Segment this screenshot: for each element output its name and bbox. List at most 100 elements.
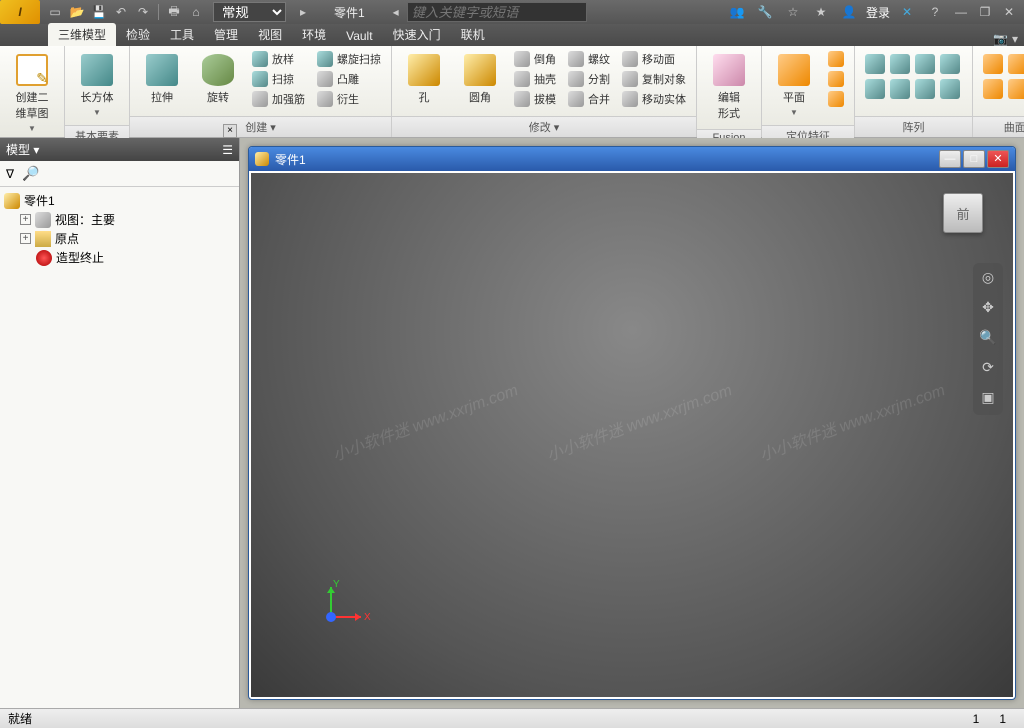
surf5-icon[interactable] <box>1008 79 1024 99</box>
group-label[interactable]: 创建 ▾ <box>130 116 391 137</box>
tree-root[interactable]: 零件1 <box>4 191 235 210</box>
pattern-circ-icon[interactable] <box>890 54 910 74</box>
loft-button[interactable]: 放样 <box>248 50 309 68</box>
pattern8-icon[interactable] <box>940 79 960 99</box>
draft-button[interactable]: 拔模 <box>510 90 560 108</box>
thread-button[interactable]: 螺纹 <box>564 50 614 68</box>
pattern4-icon[interactable] <box>940 54 960 74</box>
lookat-icon[interactable]: ▣ <box>978 389 998 409</box>
camera-icon[interactable]: 📷 <box>993 32 1008 46</box>
combine-button[interactable]: 合并 <box>564 90 614 108</box>
zoom-icon[interactable]: 🔍 <box>978 329 998 349</box>
child-close-icon[interactable]: ✕ <box>987 150 1009 168</box>
group-label[interactable]: 修改 ▾ <box>392 116 696 137</box>
tab-3dmodel[interactable]: 三维模型 <box>48 23 116 46</box>
browser-close-icon[interactable]: × <box>223 124 237 138</box>
child-maximize-icon[interactable]: □ <box>963 150 985 168</box>
orbit-icon[interactable]: ⟳ <box>978 359 998 379</box>
qa-play-icon[interactable]: ▸ <box>293 2 313 22</box>
group-label[interactable]: 曲面 ▾ <box>973 116 1024 137</box>
sweep-button[interactable]: 扫掠 <box>248 70 309 88</box>
user-icon[interactable]: 👤 <box>839 2 859 22</box>
status-counter-a: 1 <box>973 712 980 726</box>
hole-button[interactable]: 孔 <box>398 50 450 109</box>
qa-new-icon[interactable]: ▭ <box>45 2 65 22</box>
login-link[interactable]: 登录 <box>866 4 890 21</box>
moveface-button[interactable]: 移动面 <box>618 50 690 68</box>
minimize-icon[interactable]: — <box>952 4 970 20</box>
surf1-icon[interactable] <box>983 54 1003 74</box>
qa-save-icon[interactable]: 💾 <box>89 2 109 22</box>
edit-form-button[interactable]: 编辑 形式 <box>703 50 755 125</box>
emboss-button[interactable]: 凸雕 <box>313 70 385 88</box>
qa-open-icon[interactable]: 📂 <box>67 2 87 22</box>
exchange-icon[interactable]: ✕ <box>897 2 917 22</box>
visual-style-select[interactable]: 常规 <box>213 2 286 22</box>
point-button[interactable] <box>824 70 848 88</box>
tree-node-origin[interactable]: + 原点 <box>4 229 235 248</box>
tab-online[interactable]: 联机 <box>451 23 495 46</box>
gear-icon[interactable]: ▾ <box>1012 32 1018 46</box>
surf2-icon[interactable] <box>1008 54 1024 74</box>
tab-vault[interactable]: Vault <box>336 26 382 46</box>
tab-manage[interactable]: 管理 <box>204 23 248 46</box>
browser-title[interactable]: 模型 ▾ <box>6 141 39 158</box>
binoculars-icon[interactable]: 👥 <box>727 2 747 22</box>
expand-icon[interactable]: + <box>20 233 31 244</box>
ucs-button[interactable] <box>824 90 848 108</box>
split-button[interactable]: 分割 <box>564 70 614 88</box>
create-2d-sketch-button[interactable]: 创建二维草图 ▼ <box>6 50 58 137</box>
pattern7-icon[interactable] <box>915 79 935 99</box>
axis-button[interactable] <box>824 50 848 68</box>
child-window-titlebar[interactable]: 零件1 — □ ✕ <box>249 147 1015 171</box>
extrude-button[interactable]: 拉伸 <box>136 50 188 109</box>
coil-button[interactable]: 螺旋扫掠 <box>313 50 385 68</box>
chamfer-button[interactable]: 倒角 <box>510 50 560 68</box>
mirror-icon[interactable] <box>915 54 935 74</box>
tab-getstarted[interactable]: 快速入门 <box>383 23 451 46</box>
shell-button[interactable]: 抽壳 <box>510 70 560 88</box>
copyobj-icon <box>622 71 638 87</box>
box-button[interactable]: 长方体 ▼ <box>71 50 123 121</box>
tab-tools[interactable]: 工具 <box>160 23 204 46</box>
movebody-button[interactable]: 移动实体 <box>618 90 690 108</box>
fillet-button[interactable]: 圆角 <box>454 50 506 109</box>
viewcube[interactable]: 前 <box>943 193 983 233</box>
search-input[interactable] <box>407 2 587 22</box>
pattern5-icon[interactable] <box>865 79 885 99</box>
tree-node-views[interactable]: + 视图：主要 <box>4 210 235 229</box>
pan-icon[interactable]: ✥ <box>978 299 998 319</box>
tab-inspect[interactable]: 检验 <box>116 23 160 46</box>
pattern6-icon[interactable] <box>890 79 910 99</box>
revolve-button[interactable]: 旋转 <box>192 50 244 109</box>
qa-nav-left-icon[interactable]: ◂ <box>386 2 406 22</box>
qa-home-icon[interactable]: ⌂ <box>186 2 206 22</box>
find-icon[interactable]: 🔎 <box>22 165 39 182</box>
tab-environments[interactable]: 环境 <box>292 23 336 46</box>
star-icon[interactable]: ☆ <box>783 2 803 22</box>
copyobj-button[interactable]: 复制对象 <box>618 70 690 88</box>
plane-button[interactable]: 平面 ▼ <box>768 50 820 121</box>
expand-icon[interactable]: + <box>20 214 31 225</box>
restore-icon[interactable]: ❐ <box>976 4 994 20</box>
tree-node-end[interactable]: 造型终止 <box>4 248 235 267</box>
steering-wheel-icon[interactable]: ◎ <box>978 269 998 289</box>
derive-button[interactable]: 衍生 <box>313 90 385 108</box>
close-icon[interactable]: ✕ <box>1000 4 1018 20</box>
tab-view[interactable]: 视图 <box>248 23 292 46</box>
pattern-rect-icon[interactable] <box>865 54 885 74</box>
surf4-icon[interactable] <box>983 79 1003 99</box>
favorite-icon[interactable]: ★ <box>811 2 831 22</box>
3d-viewport[interactable]: 前 ◎ ✥ 🔍 ⟳ ▣ X Y 小小软件迷 www.xxrjm.com 小小软件… <box>251 173 1013 697</box>
qa-print-icon[interactable]: 🖶 <box>164 2 184 22</box>
qa-undo-icon[interactable]: ↶ <box>111 2 131 22</box>
app-icon[interactable]: I <box>0 0 40 24</box>
qa-redo-icon[interactable]: ↷ <box>133 2 153 22</box>
filter-icon[interactable]: ∇ <box>6 167 14 181</box>
child-minimize-icon[interactable]: — <box>939 150 961 168</box>
help-icon[interactable]: ? <box>925 2 945 22</box>
browser-menu-icon[interactable]: ☰ <box>222 143 233 157</box>
status-message: 就绪 <box>8 710 32 727</box>
rib-button[interactable]: 加强筋 <box>248 90 309 108</box>
key-icon[interactable]: 🔧 <box>755 2 775 22</box>
